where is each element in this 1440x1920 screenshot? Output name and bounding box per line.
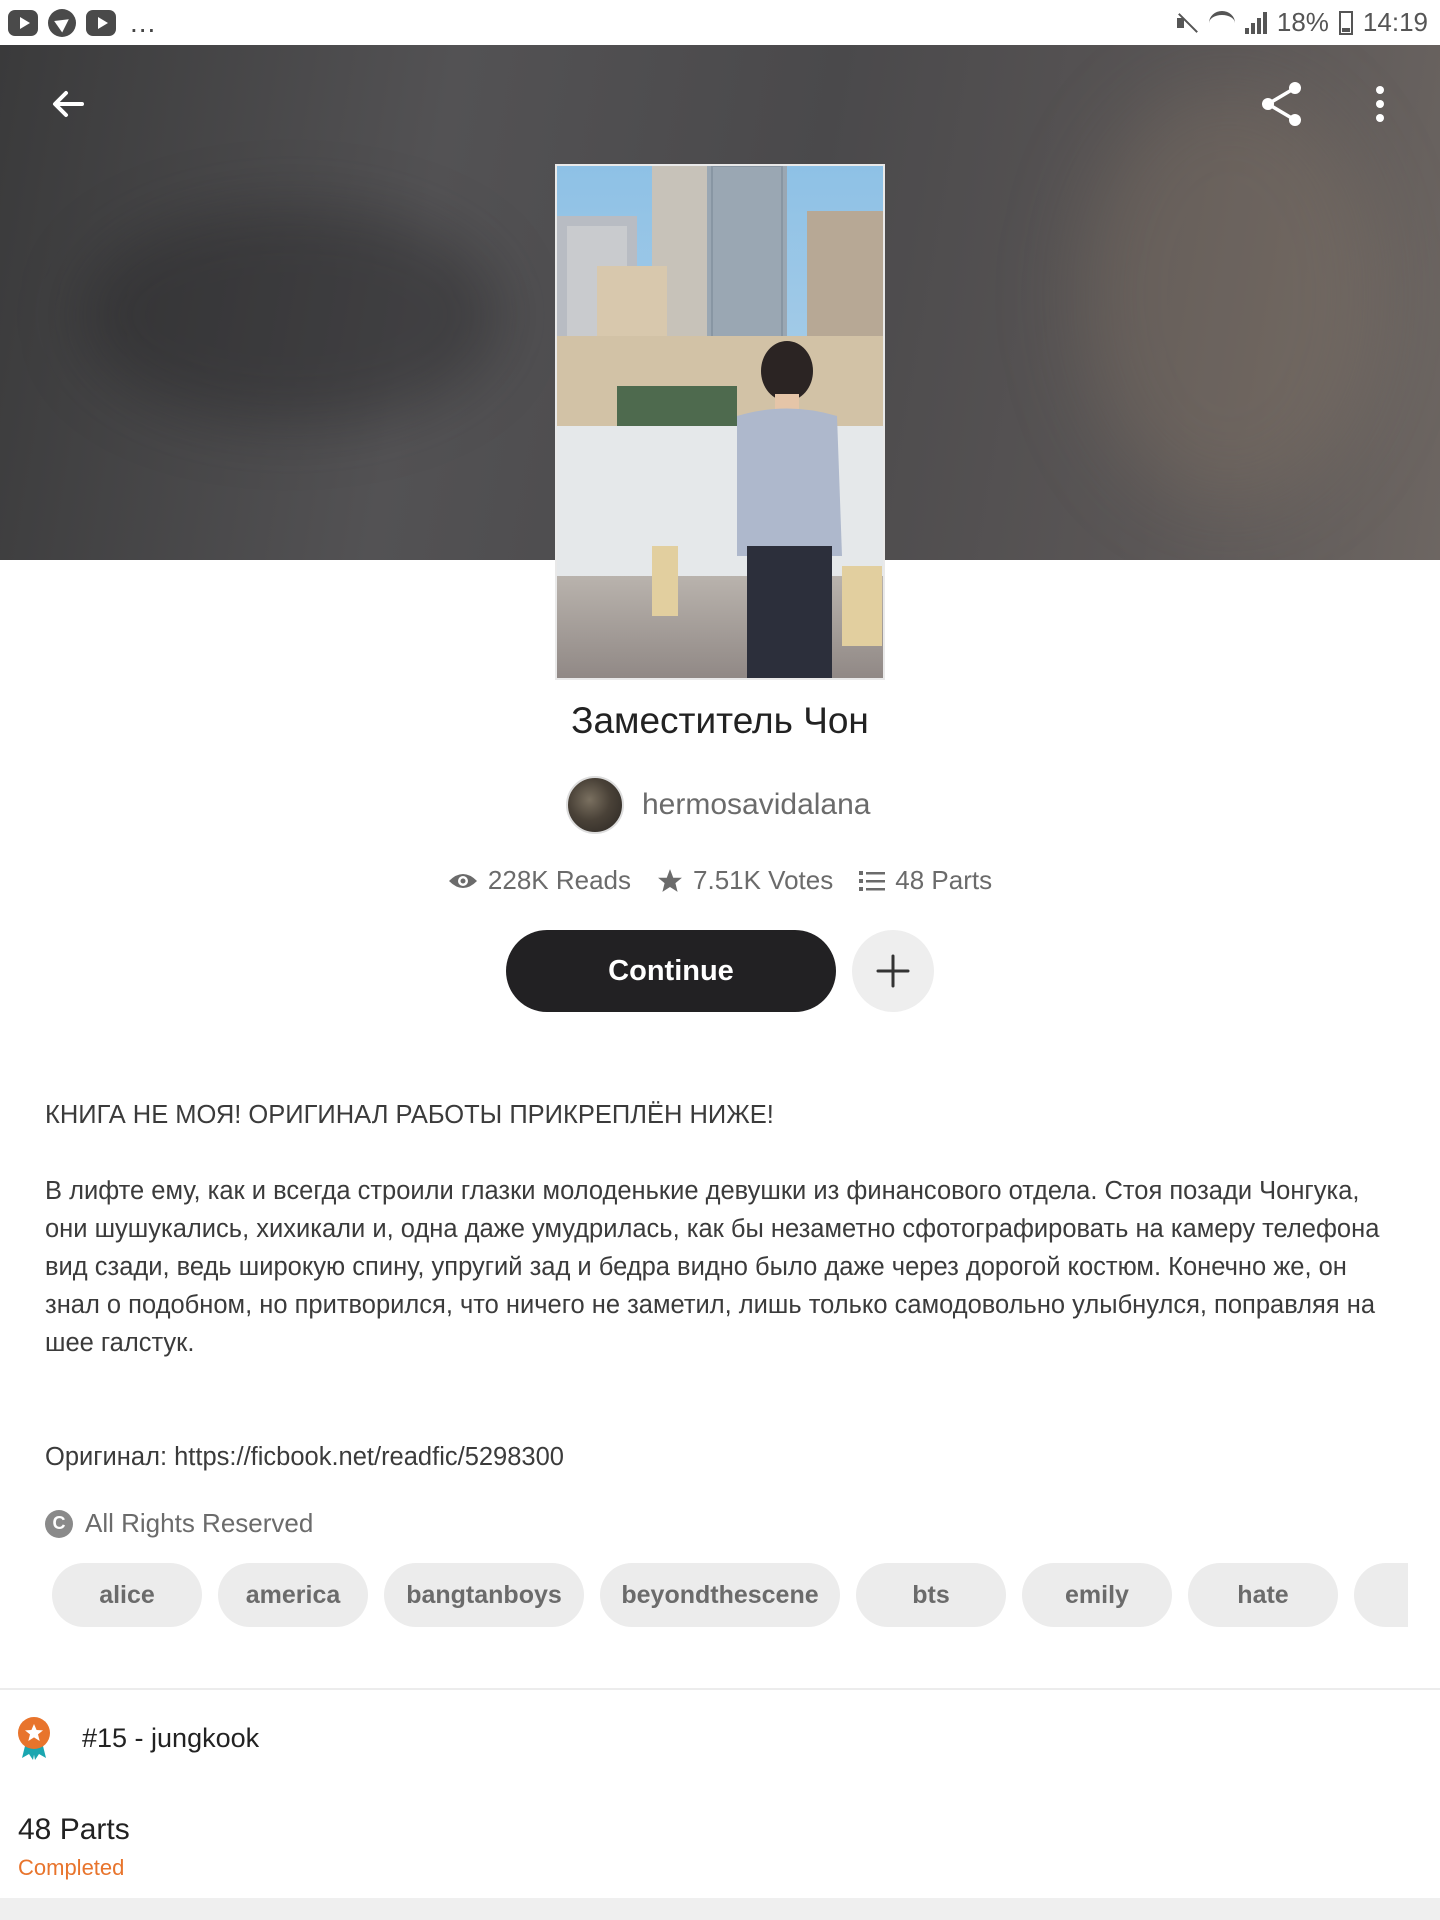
story-actions: Continue [506,930,934,1012]
story-cover[interactable] [555,164,885,680]
tag-america[interactable]: america [218,1563,368,1627]
tag-bangtanboys[interactable]: bangtanboys [384,1563,584,1627]
more-vertical-icon [1376,86,1384,122]
reads-stat: 228K Reads [448,865,631,896]
completion-status: Completed [18,1855,125,1880]
more-notifications: ... [130,6,157,38]
clock: 14:19 [1362,7,1428,37]
story-title: Заместитель Чон [571,700,869,741]
parts-heading[interactable]: 48 Parts [18,1813,130,1847]
parts-count-stat: 48 Parts [895,865,993,895]
eye-icon [448,873,477,888]
notification-icons: ... [8,6,157,38]
wifi-icon [1208,10,1235,35]
tag-bts[interactable]: bts [856,1563,1006,1627]
cover-image [557,166,883,678]
more-options-button[interactable] [1348,72,1412,136]
tag-emily[interactable]: emily [1022,1563,1172,1627]
back-button[interactable] [36,72,100,136]
story-description: КНИГА НЕ МОЯ! ОРИГИНАЛ РАБОТЫ ПРИКРЕПЛЁН… [45,1096,1385,1514]
description-original-link: Оригинал: https://ficbook.net/readfic/52… [45,1443,564,1471]
section-divider [0,1688,1440,1690]
author-avatar[interactable] [566,776,624,834]
description-notice: КНИГА НЕ МОЯ! ОРИГИНАЛ РАБОТЫ ПРИКРЕПЛЁН… [45,1101,774,1129]
bottom-strip [0,1898,1440,1920]
telegram-icon [48,8,76,37]
arrow-left-icon [53,91,84,117]
story-stats: 228K Reads 7.51K Votes 48 Parts [0,865,1440,896]
tag-ji[interactable]: ji [1354,1563,1408,1627]
system-status: 18% 14:19 [1175,7,1428,38]
ranking-badge-icon [18,1717,50,1760]
share-icon [1262,82,1301,126]
tag-alice[interactable]: alice [52,1563,202,1627]
tag-beyondthescene[interactable]: beyondthescene [600,1563,840,1627]
plus-icon [876,954,910,988]
status-bar: ... 18% 14:19 [0,0,1440,45]
battery-icon [1338,10,1353,35]
tag-hate[interactable]: hate [1188,1563,1338,1627]
youtube-icon [86,9,116,36]
votes-stat: 7.51K Votes [657,865,833,896]
signal-icon [1244,11,1267,34]
battery-percent: 18% [1276,7,1329,37]
mute-icon [1175,11,1199,35]
add-to-library-button[interactable] [852,930,934,1012]
list-icon [859,870,886,891]
ranking-label: #15 - jungkook [82,1722,260,1753]
author-name[interactable]: hermosavidalana [642,788,870,822]
continue-button[interactable]: Continue [506,930,836,1012]
ranking-row[interactable]: #15 - jungkook [16,1716,259,1760]
star-icon [658,868,682,892]
description-paragraph: В лифте ему, как и всегда строили глазки… [45,1177,1380,1357]
youtube-icon [8,9,38,36]
copyright-icon: C [45,1509,73,1538]
parts-stat: 48 Parts [859,865,992,896]
share-button[interactable] [1250,72,1314,136]
author-link[interactable]: hermosavidalana [566,776,870,834]
copyright-notice: C All Rights Reserved [45,1508,313,1539]
copyright-label: All Rights Reserved [85,1508,314,1538]
reads-count: 228K Reads [487,865,632,895]
votes-count: 7.51K Votes [693,865,834,895]
tag-list: alice america bangtanboys beyondthescene… [52,1563,1408,1629]
